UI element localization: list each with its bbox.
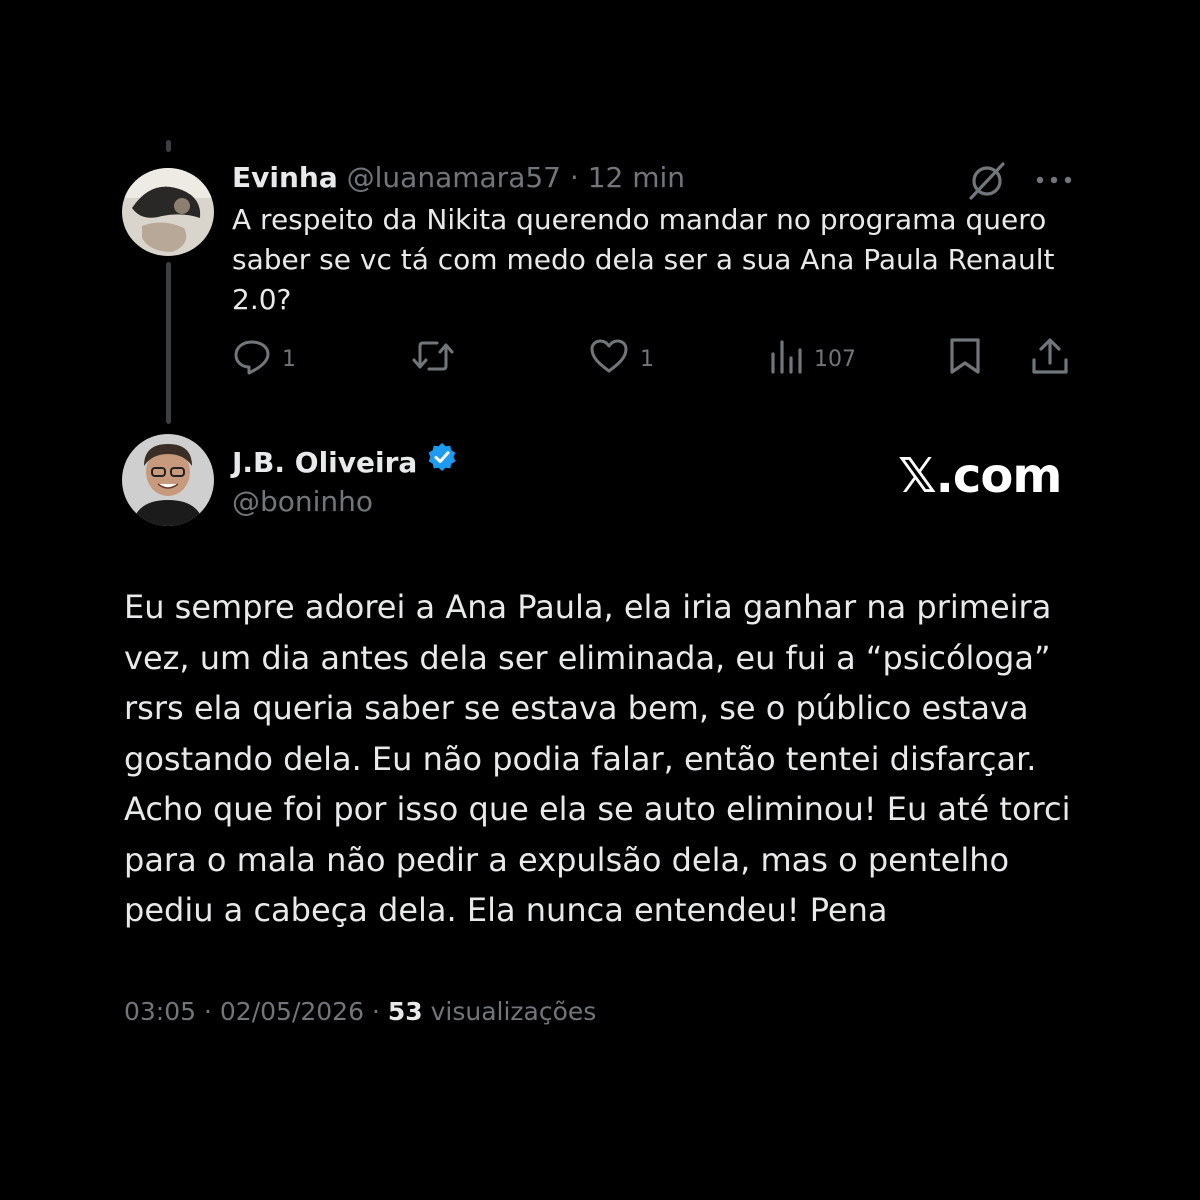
like-count: 1 (640, 346, 654, 372)
post-views-label: visualizações (430, 997, 597, 1026)
bookmark-icon (946, 336, 984, 382)
reply-separator: · (569, 161, 579, 194)
thread-line-top (166, 140, 171, 152)
reply-text: A respeito da Nikita querendo mandar no … (232, 203, 1055, 316)
repost-button[interactable] (410, 336, 466, 382)
share-button[interactable] (1030, 336, 1070, 382)
post-meta: 03:05 · 02/05/2026 · 53 visualizações (124, 994, 596, 1030)
views-icon (768, 336, 804, 382)
author-handle[interactable]: @boninho (232, 482, 373, 522)
post-date[interactable]: 02/05/2026 (220, 997, 364, 1026)
meta-separator-2: · (371, 997, 380, 1026)
author-name[interactable]: J.B. Oliveira (232, 442, 457, 483)
more-icon[interactable] (1034, 166, 1074, 198)
reply-avatar[interactable] (122, 168, 214, 256)
reply-button[interactable]: 1 (232, 336, 296, 382)
like-button[interactable]: 1 (588, 336, 654, 382)
share-icon (1030, 336, 1070, 382)
author-avatar[interactable] (122, 434, 214, 526)
bookmark-button[interactable] (946, 336, 984, 382)
reply-header: Evinha @luanamara57 · 12 min (232, 158, 685, 198)
reply-display-name[interactable]: Evinha (232, 161, 338, 194)
author-display-name[interactable]: J.B. Oliveira (232, 443, 417, 483)
views-count: 107 (814, 346, 856, 372)
views-button[interactable]: 107 (768, 336, 856, 382)
reply-time[interactable]: 12 min (588, 161, 685, 194)
xcom-watermark: 𝕏.com (898, 448, 1062, 504)
repost-icon (410, 336, 456, 382)
like-icon (588, 336, 630, 382)
reply-count: 1 (282, 346, 296, 372)
post-views-count[interactable]: 53 (388, 997, 423, 1026)
reply-icon (232, 336, 272, 382)
reply-handle[interactable]: @luanamara57 (347, 161, 561, 194)
post-text: Eu sempre adorei a Ana Paula, ela iria g… (124, 588, 1071, 929)
verified-badge-icon[interactable] (427, 442, 457, 483)
reply-action-bar: 1 1 107 (0, 336, 1200, 382)
post-time[interactable]: 03:05 (124, 997, 196, 1026)
meta-separator: · (204, 997, 212, 1026)
